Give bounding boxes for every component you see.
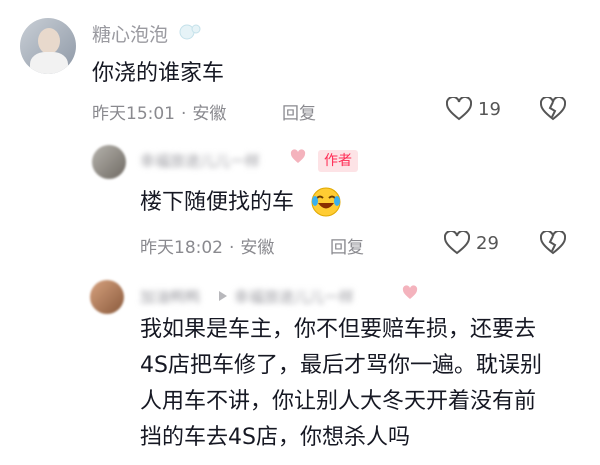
comment-3-username[interactable]: 加油鸭鸭 [140,286,200,307]
dislike-heart-icon[interactable] [540,97,566,121]
laughing-crying-emoji [310,186,342,218]
comment-1-username[interactable]: 糖心泡泡 [92,20,168,47]
comment-2-reply-button[interactable]: 回复 [330,233,364,258]
comment-2-time: 昨天18:02 [140,238,223,258]
comment-3-reply-to[interactable]: 幸福旅途儿儿一样 [234,286,354,307]
comment-2-location: 安徽 [240,238,275,258]
heart-icon[interactable] [446,97,472,121]
avatar-comment-3[interactable] [90,280,124,314]
comment-2-like-count: 29 [476,233,499,254]
comment-3-text: 我如果是车主，你不但要赔车损，还要去 4S店把车修了，最后才骂你一遍。耽误别 人… [140,314,590,454]
comment-3-text-line: 挡的车去4S店，你想杀人吗 [140,425,410,450]
separator-dot: · [181,104,187,124]
heart-icon[interactable] [444,231,470,255]
comment-3-text-line: 4S店把车修了，最后才骂你一遍。耽误别 [140,353,542,378]
comment-3-text-line: 我如果是车主，你不但要赔车损，还要去 [140,317,537,342]
triangle-arrow-icon [218,290,228,302]
avatar-comment-2[interactable] [92,145,126,179]
author-badge: 作者 [318,150,358,172]
comment-1-time: 昨天15:01 [92,104,175,124]
comment-2-meta: 昨天18:02 · 安徽 [140,233,274,258]
comment-2-username[interactable]: 幸福旅途儿儿一样 [140,150,260,171]
comment-1-like-count: 19 [478,99,501,120]
comment-1-text: 你浇的谁家车 [92,61,225,86]
comment-1-location: 安徽 [192,104,227,124]
pink-heart-emoji [402,285,418,301]
separator-dot: · [229,238,235,258]
comment-2-text: 楼下随便找的车 [140,190,295,215]
comment-1-meta: 昨天15:01 · 安徽 [92,99,226,124]
bubble-emoji [178,22,202,42]
comment-1-reply-button[interactable]: 回复 [282,99,316,124]
avatar-comment-1[interactable] [20,18,76,74]
pink-heart-emoji [290,149,306,165]
dislike-heart-icon[interactable] [540,231,566,255]
comment-3-text-line: 人用车不讲，你让别人大冬天开着没有前 [140,389,537,414]
